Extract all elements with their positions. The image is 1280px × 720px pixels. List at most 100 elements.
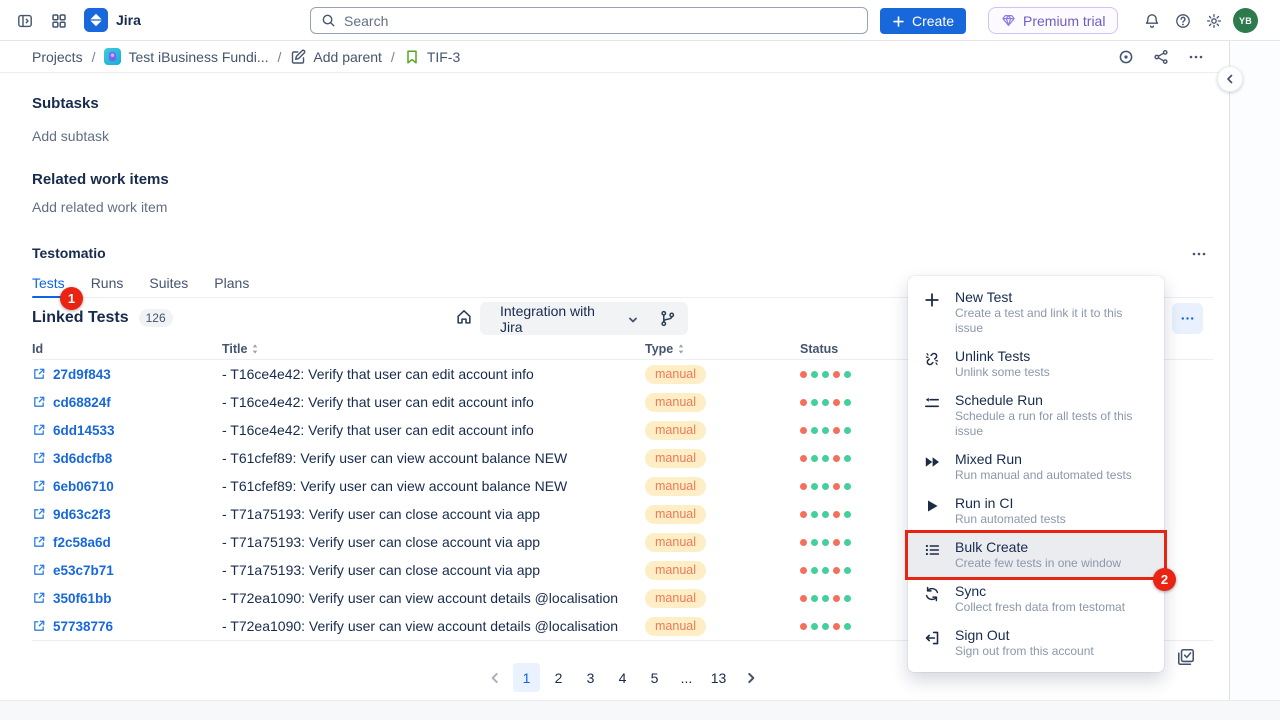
plus-icon (924, 292, 940, 308)
prev-page-button[interactable] (481, 663, 508, 692)
test-type-cell: manual (645, 449, 800, 468)
right-rail (1229, 41, 1280, 700)
create-button[interactable]: Create (880, 8, 966, 34)
add-subtask-button[interactable]: Add subtask (32, 128, 109, 144)
menu-item-run-in-ci[interactable]: Run in CIRun automated tests (908, 489, 1164, 533)
next-page-button[interactable] (737, 663, 764, 692)
ellipsis-icon (1191, 246, 1207, 262)
menu-item-sign-out[interactable]: Sign OutSign out from this account (908, 621, 1164, 665)
test-id-link[interactable]: 6eb06710 (32, 479, 222, 494)
type-badge: manual (645, 533, 706, 552)
external-link-icon (32, 367, 46, 381)
menu-item-description: Run manual and automated tests (955, 468, 1132, 483)
column-header-type[interactable]: Type (645, 342, 800, 356)
app-switcher-button[interactable] (46, 8, 72, 34)
page-button-13[interactable]: 13 (705, 663, 732, 692)
menu-item-label: Sync (955, 582, 1125, 600)
status-dot (800, 567, 807, 574)
help-button[interactable] (1170, 8, 1196, 34)
menu-item-description: Sign out from this account (955, 644, 1094, 659)
menu-item-text: SyncCollect fresh data from testomat (955, 582, 1125, 615)
add-parent-button[interactable]: Add parent (290, 49, 382, 65)
breadcrumb-projects-link[interactable]: Projects (32, 49, 83, 65)
test-report-button[interactable] (1176, 647, 1198, 669)
sidebar-toggle-button[interactable] (12, 8, 38, 34)
status-dot (800, 623, 807, 630)
page-button-1[interactable]: 1 (513, 663, 540, 692)
status-dot (833, 567, 840, 574)
status-dot (844, 567, 851, 574)
external-link-icon (32, 563, 46, 577)
tab-suites[interactable]: Suites (149, 275, 188, 299)
page-button-3[interactable]: 3 (577, 663, 604, 692)
test-id-link[interactable]: cd68824f (32, 395, 222, 410)
test-type-cell: manual (645, 477, 800, 496)
watch-button[interactable] (1113, 44, 1139, 70)
share-icon (1153, 49, 1169, 65)
status-dot (800, 483, 807, 490)
tab-runs[interactable]: Runs (91, 275, 124, 299)
status-dot (833, 455, 840, 462)
test-id-link[interactable]: 6dd14533 (32, 423, 222, 438)
page-button-2[interactable]: 2 (545, 663, 572, 692)
menu-item-unlink-tests[interactable]: Unlink TestsUnlink some tests (908, 342, 1164, 386)
test-id-link[interactable]: 9d63c2f3 (32, 507, 222, 522)
search-input[interactable]: Search (310, 7, 868, 34)
menu-item-new-test[interactable]: New TestCreate a test and link it it to … (908, 283, 1164, 342)
notifications-button[interactable] (1139, 8, 1165, 34)
premium-trial-button[interactable]: Premium trial (988, 7, 1118, 34)
test-title: - T71a75193: Verify user can close accou… (222, 506, 645, 522)
more-actions-button[interactable] (1183, 44, 1209, 70)
test-id-link[interactable]: e53c7b71 (32, 563, 222, 578)
external-link-icon (32, 535, 46, 549)
test-title: - T61cfef89: Verify user can view accoun… (222, 478, 645, 494)
testomatio-more-button[interactable] (1186, 241, 1212, 267)
test-title: - T72ea1090: Verify user can view accoun… (222, 590, 645, 606)
project-selector[interactable]: Integration with Jira (480, 302, 688, 335)
linked-tests-count-badge: 126 (139, 309, 173, 327)
jira-brand[interactable]: Jira (84, 8, 141, 32)
status-dot (822, 371, 829, 378)
breadcrumb: Projects / Test iBusiness Fundi... / Add… (32, 41, 460, 72)
branch-button[interactable] (659, 310, 676, 327)
column-header-id[interactable]: Id (32, 342, 222, 356)
page-button-5[interactable]: 5 (641, 663, 668, 692)
external-link-icon (32, 451, 46, 465)
page-ellipsis: ... (673, 663, 700, 692)
home-button[interactable] (455, 308, 475, 328)
column-header-title[interactable]: Title (222, 342, 645, 356)
chevron-left-icon (1224, 73, 1236, 85)
menu-item-sync[interactable]: SyncCollect fresh data from testomat (908, 577, 1164, 621)
menu-item-schedule-run[interactable]: Schedule RunSchedule a run for all tests… (908, 386, 1164, 445)
settings-button[interactable] (1201, 8, 1227, 34)
gem-icon (1001, 13, 1016, 28)
share-button[interactable] (1148, 44, 1174, 70)
search-placeholder: Search (344, 13, 388, 29)
help-icon (1175, 13, 1191, 29)
status-dot (844, 455, 851, 462)
test-id-link[interactable]: 57738776 (32, 619, 222, 634)
menu-item-label: Unlink Tests (955, 347, 1050, 365)
subtasks-heading: Subtasks (32, 95, 99, 112)
test-id-link[interactable]: 3d6dcfb8 (32, 451, 222, 466)
linked-tests-more-button[interactable] (1172, 303, 1203, 334)
type-badge: manual (645, 393, 706, 412)
status-dot (822, 539, 829, 546)
test-id-link[interactable]: f2c58a6d (32, 535, 222, 550)
tab-plans[interactable]: Plans (214, 275, 249, 299)
test-id-text: 350f61bb (53, 591, 112, 606)
test-id-text: 57738776 (53, 619, 113, 634)
breadcrumb-project-link[interactable]: Test iBusiness Fundi... (104, 48, 268, 65)
page-button-4[interactable]: 4 (609, 663, 636, 692)
collapse-panel-button[interactable] (1217, 66, 1243, 92)
breadcrumb-separator: / (391, 49, 395, 65)
add-related-work-item-button[interactable]: Add related work item (32, 199, 167, 215)
menu-item-mixed-run[interactable]: Mixed RunRun manual and automated tests (908, 445, 1164, 489)
test-id-text: 6dd14533 (53, 423, 115, 438)
test-id-link[interactable]: 27d9f843 (32, 367, 222, 382)
user-avatar[interactable]: YB (1233, 8, 1258, 33)
breadcrumb-issue-key[interactable]: TIF-3 (404, 49, 460, 65)
test-id-link[interactable]: 350f61bb (32, 591, 222, 606)
status-dot (844, 511, 851, 518)
menu-item-bulk-create[interactable]: Bulk CreateCreate few tests in one windo… (908, 533, 1164, 577)
